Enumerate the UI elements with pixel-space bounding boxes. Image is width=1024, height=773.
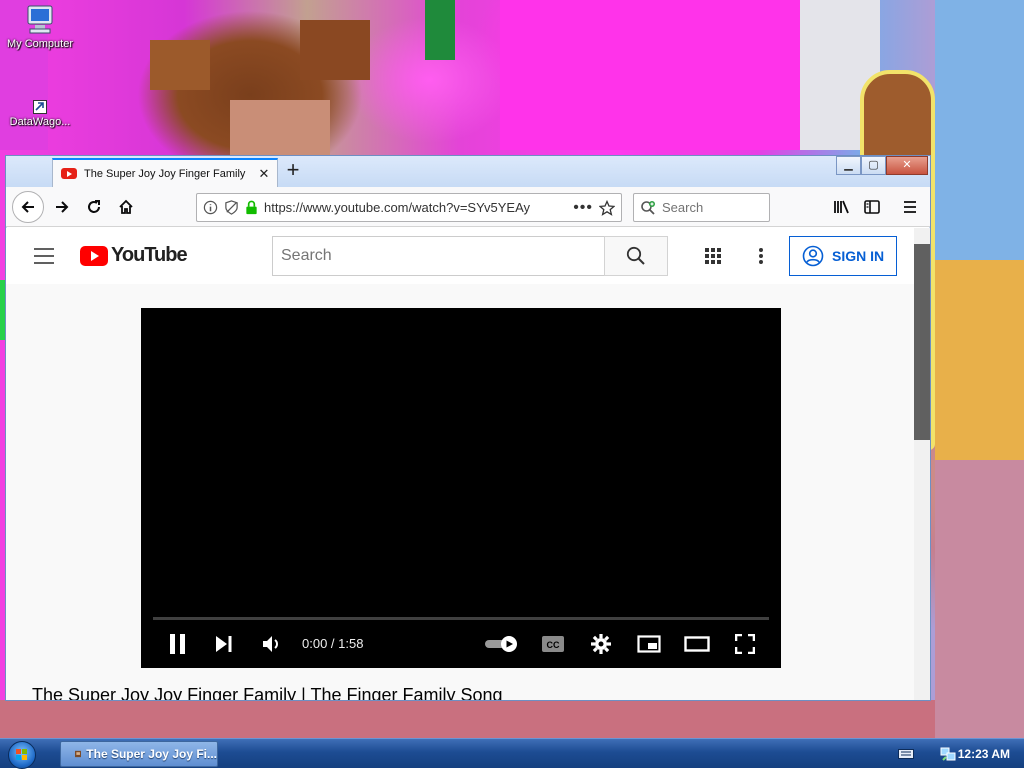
app-thumbnail-icon — [75, 750, 82, 758]
lock-icon[interactable] — [245, 200, 258, 215]
keyboard-icon[interactable] — [898, 749, 914, 759]
arrow-left-icon — [21, 201, 34, 213]
reload-button[interactable] — [78, 191, 110, 223]
youtube-favicon-icon — [61, 168, 77, 179]
system-clock[interactable]: 12:23 AM — [958, 747, 1010, 761]
volume-icon — [263, 636, 278, 652]
video-progress-bar[interactable] — [153, 617, 769, 620]
desktop-icon-label: DataWago... — [9, 116, 71, 128]
taskbar-item-label: The Super Joy Joy Fi... — [86, 747, 217, 761]
reload-icon — [88, 200, 100, 213]
wallpaper-block — [230, 100, 330, 155]
shortcut-icon — [33, 100, 47, 114]
close-button[interactable]: ✕ — [886, 156, 928, 175]
fullscreen-button[interactable] — [731, 630, 759, 658]
home-icon — [119, 199, 133, 214]
menu-button[interactable] — [894, 191, 926, 223]
account-icon — [802, 245, 824, 267]
browser-window: The Super Joy Joy Finger Family ✕ + ▁ ▢ … — [5, 155, 931, 701]
time-display: 0:00 / 1:58 — [302, 636, 364, 651]
search-engine-icon — [641, 200, 655, 215]
youtube-search-input[interactable] — [272, 236, 606, 276]
taskbar: The Super Joy Joy Fi... 12:23 AM — [0, 738, 1024, 769]
youtube-play-logo-icon — [80, 245, 108, 266]
theater-mode-button[interactable] — [683, 630, 711, 658]
windows-logo-icon — [16, 749, 27, 760]
title-bar[interactable]: The Super Joy Joy Finger Family ✕ + ▁ ▢ … — [6, 156, 930, 187]
library-icon — [834, 200, 849, 214]
arrow-right-icon — [56, 201, 69, 213]
search-placeholder: Search — [662, 200, 704, 215]
svg-text:CC: CC — [547, 640, 560, 650]
more-vert-icon[interactable] — [758, 247, 764, 265]
mute-button[interactable] — [259, 630, 287, 658]
hamburger-menu-icon — [904, 201, 916, 213]
library-button[interactable] — [826, 191, 858, 223]
fullscreen-icon — [735, 634, 755, 654]
page-actions-icon[interactable]: ••• — [573, 199, 593, 217]
tab-title: The Super Joy Joy Finger Family — [84, 167, 246, 180]
wallpaper-block — [150, 40, 210, 90]
forward-button[interactable] — [46, 191, 78, 223]
wallpaper-block — [0, 700, 935, 740]
wallpaper-block — [500, 0, 800, 150]
autoplay-toggle[interactable] — [483, 630, 521, 658]
video-title: The Super Joy Joy Finger Family | The Fi… — [32, 685, 503, 700]
wallpaper-block — [425, 0, 455, 60]
navigation-toolbar: https://www.youtube.com/watch?v=SYv5YEAy… — [6, 187, 930, 227]
search-icon — [626, 246, 645, 265]
sidebar-icon — [864, 200, 880, 214]
video-player[interactable]: 0:00 / 1:58 CC — [141, 308, 781, 668]
bookmark-star-icon[interactable] — [599, 199, 615, 216]
skip-next-icon — [216, 636, 232, 652]
start-button[interactable] — [8, 741, 36, 769]
new-tab-button[interactable]: + — [282, 159, 304, 183]
wallpaper-block — [935, 0, 1024, 260]
settings-button[interactable] — [587, 630, 615, 658]
web-page: YouTube SIGN IN — [6, 228, 914, 700]
apps-grid-icon[interactable] — [705, 248, 721, 264]
address-bar[interactable]: https://www.youtube.com/watch?v=SYv5YEAy… — [196, 193, 622, 222]
window-controls: ▁ ▢ ✕ — [836, 156, 928, 175]
wallpaper-block — [935, 460, 1024, 740]
pause-button[interactable] — [165, 630, 191, 658]
miniplayer-button[interactable] — [635, 630, 663, 658]
back-button[interactable] — [12, 191, 44, 223]
subtitles-button[interactable]: CC — [539, 630, 567, 658]
gear-icon — [591, 634, 611, 654]
taskbar-item-browser[interactable]: The Super Joy Joy Fi... — [60, 741, 218, 767]
sidebar-button[interactable] — [856, 191, 888, 223]
desktop-icon-datawago[interactable]: DataWago... — [2, 100, 78, 128]
sign-in-button[interactable]: SIGN IN — [789, 236, 897, 276]
miniplayer-icon — [637, 635, 661, 653]
tab-close-icon[interactable]: ✕ — [257, 166, 271, 182]
guide-menu-icon[interactable] — [34, 248, 54, 264]
pause-icon — [170, 634, 185, 654]
wallpaper-block — [300, 20, 370, 80]
computer-icon — [27, 5, 53, 34]
url-text: https://www.youtube.com/watch?v=SYv5YEAy — [264, 200, 531, 215]
youtube-logo[interactable]: YouTube — [80, 244, 188, 267]
youtube-search-button[interactable] — [604, 236, 668, 276]
browser-search-field[interactable]: Search — [633, 193, 770, 222]
wallpaper-block — [935, 260, 1024, 460]
info-icon[interactable] — [203, 200, 218, 215]
youtube-masthead: YouTube SIGN IN — [6, 228, 914, 284]
page-scrollbar[interactable] — [914, 228, 930, 700]
tab-youtube[interactable]: The Super Joy Joy Finger Family ✕ — [52, 158, 278, 187]
home-button[interactable] — [110, 191, 142, 223]
youtube-logo-text: YouTube — [111, 244, 188, 266]
desktop-icon-my-computer[interactable]: My Computer — [2, 4, 78, 50]
cc-icon: CC — [542, 636, 564, 652]
sign-in-label: SIGN IN — [832, 248, 885, 264]
maximize-button[interactable]: ▢ — [861, 156, 886, 175]
minimize-button[interactable]: ▁ — [836, 156, 861, 175]
tracking-protection-icon[interactable] — [224, 200, 239, 215]
theater-mode-icon — [684, 636, 710, 652]
scrollbar-thumb[interactable] — [914, 244, 930, 440]
autoplay-toggle-icon — [485, 636, 517, 652]
desktop-icon-label: My Computer — [6, 38, 74, 50]
next-button[interactable] — [211, 630, 237, 658]
network-icon[interactable] — [940, 746, 956, 762]
